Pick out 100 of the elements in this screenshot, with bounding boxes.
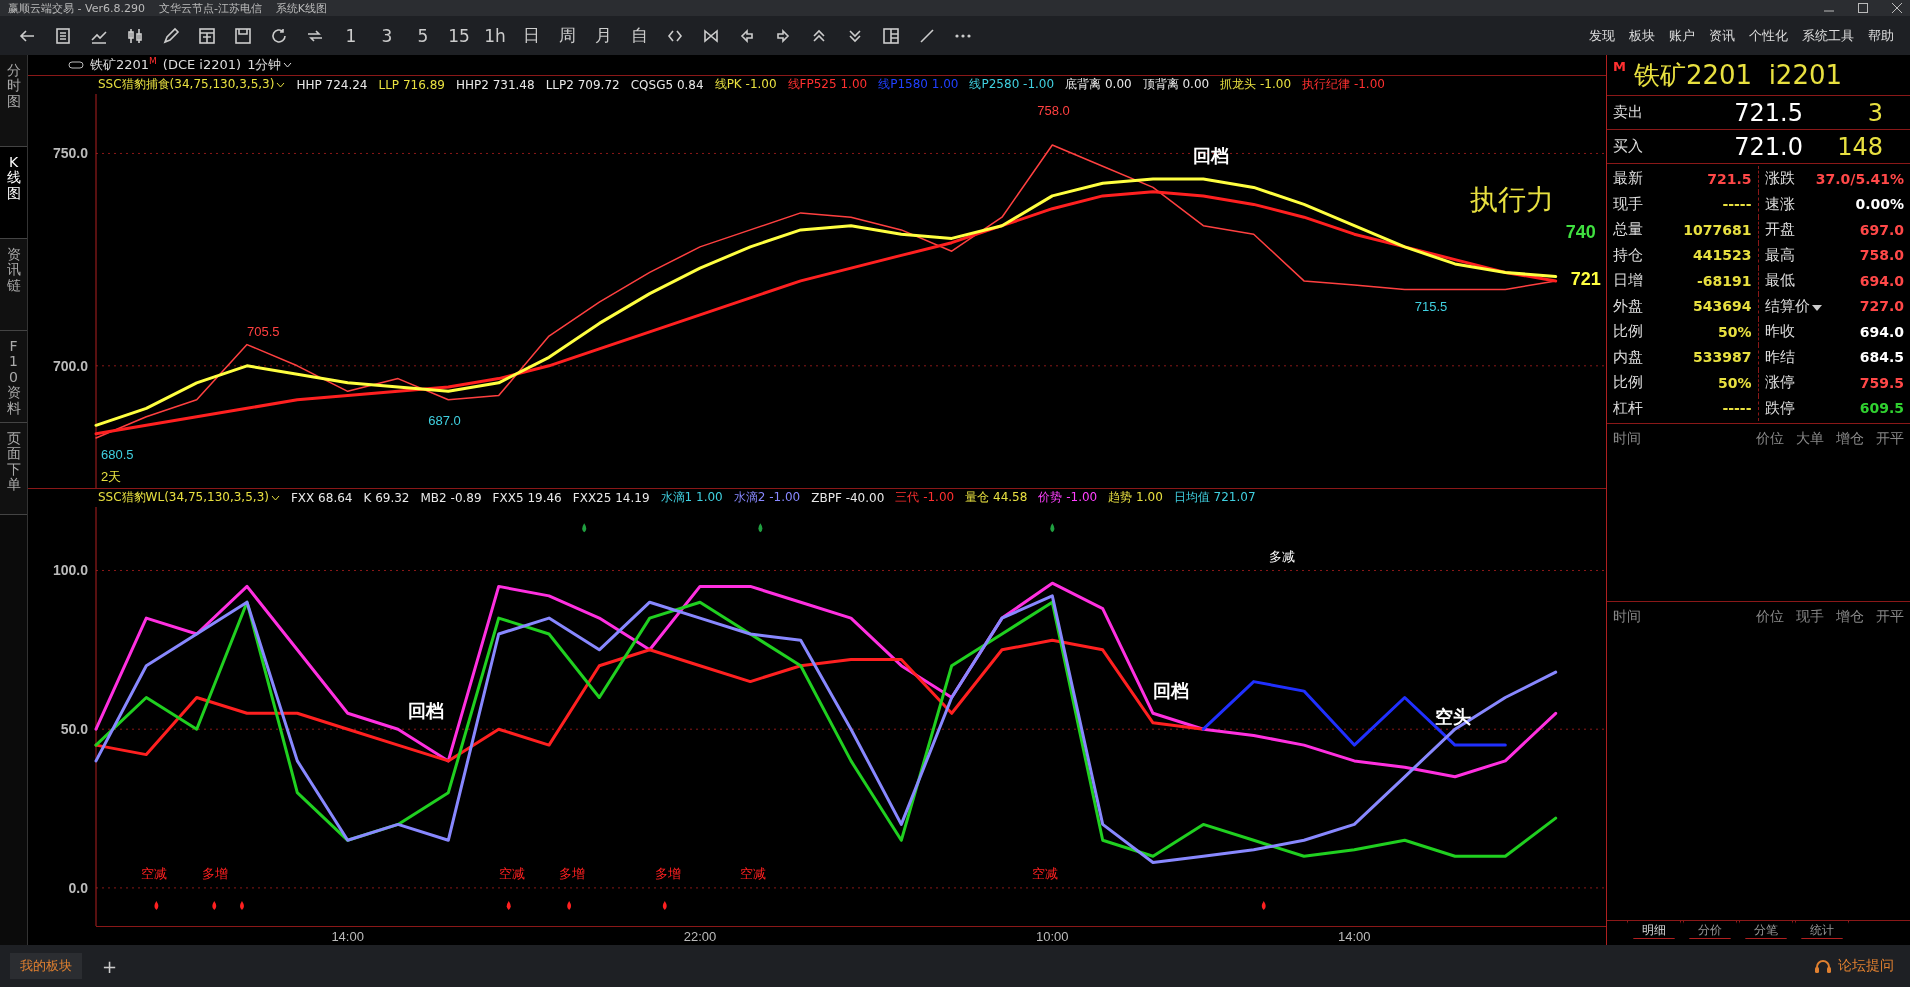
indicator-value: FXX25 14.19 bbox=[572, 491, 650, 505]
order-price: 721.5 bbox=[1733, 98, 1803, 127]
quote-value: 0.00% bbox=[1855, 196, 1904, 213]
period-button[interactable]: 5 bbox=[406, 20, 440, 51]
quote-value: 694.0 bbox=[1859, 272, 1904, 289]
chart-label: 721 bbox=[1570, 269, 1601, 290]
period-button[interactable]: 3 bbox=[370, 20, 404, 51]
indicator-value: 日均值 721.07 bbox=[1173, 489, 1256, 507]
time-label: 22:00 bbox=[683, 928, 717, 944]
column-header: 开平 bbox=[1876, 430, 1904, 448]
indicator-value: FXX5 19.46 bbox=[492, 491, 562, 505]
refresh-icon bbox=[270, 26, 288, 45]
indicator-value: HHP 724.24 bbox=[296, 77, 368, 92]
indicator-value: ZBPF -40.00 bbox=[811, 491, 885, 505]
drop-icon bbox=[567, 900, 572, 910]
period-button[interactable]: 15 bbox=[442, 20, 476, 51]
add-button[interactable]: + bbox=[96, 954, 124, 978]
period-button[interactable]: 日 bbox=[514, 20, 548, 51]
quote-label: 最低 bbox=[1764, 271, 1795, 291]
quote-label: 外盘 bbox=[1613, 296, 1643, 316]
indicator-value: HHP2 731.48 bbox=[455, 77, 535, 92]
menu-item[interactable]: 资讯 bbox=[1703, 26, 1741, 45]
quote-value: -68191 bbox=[1696, 272, 1752, 289]
right-arrow-icon bbox=[774, 26, 792, 45]
chart-label: 空减 bbox=[498, 866, 525, 882]
axis-label: 750.0 bbox=[52, 145, 88, 162]
quote-value: 721.5 bbox=[1707, 170, 1752, 187]
menu-item[interactable]: 个性化 bbox=[1743, 26, 1794, 45]
time-label: 10:00 bbox=[1036, 928, 1069, 944]
panel-tab[interactable]: 统计 bbox=[1795, 921, 1849, 939]
axis-label: 700.0 bbox=[52, 357, 88, 374]
drop-icon bbox=[212, 900, 217, 910]
quote-label: 比例 bbox=[1613, 373, 1643, 393]
menu-item[interactable]: 系统工具 bbox=[1796, 26, 1860, 45]
symbol-code: (DCE i2201) bbox=[162, 57, 242, 73]
menu-item[interactable]: 板块 bbox=[1623, 26, 1661, 45]
quote-label: 最高 bbox=[1764, 245, 1795, 265]
quote-label: 开盘 bbox=[1764, 220, 1795, 240]
chart-label: 空头 bbox=[1434, 706, 1471, 727]
side-tab[interactable]: 页面下单 bbox=[0, 423, 27, 515]
axis-label: 50.0 bbox=[60, 721, 88, 738]
drop-icon bbox=[154, 900, 159, 910]
table-icon bbox=[198, 26, 216, 45]
quote-label: 涨停 bbox=[1764, 373, 1795, 393]
menu-item[interactable]: 发现 bbox=[1583, 26, 1621, 45]
quote-label: 现手 bbox=[1613, 194, 1643, 214]
quote-value: 727.0 bbox=[1859, 298, 1904, 315]
quote-value: 37.0/5.41% bbox=[1815, 170, 1904, 187]
maximize-icon[interactable] bbox=[1858, 3, 1868, 13]
column-header: 时间 bbox=[1613, 607, 1642, 626]
quote-value: 543694 bbox=[1693, 298, 1752, 315]
caret-icon bbox=[283, 61, 293, 68]
quote-value: 50% bbox=[1718, 374, 1752, 391]
period-button[interactable]: 自 bbox=[622, 20, 656, 51]
period-button[interactable]: 月 bbox=[586, 20, 620, 51]
headset-icon bbox=[1814, 958, 1832, 974]
indicator-selector[interactable]: SSC猎豹WL(34,75,130,3,5,3) bbox=[98, 489, 280, 507]
period-button[interactable]: 周 bbox=[550, 20, 584, 51]
side-tab[interactable]: K线图 bbox=[0, 147, 27, 239]
quote-label: 内盘 bbox=[1613, 347, 1643, 367]
period-button[interactable]: 1 bbox=[334, 20, 368, 51]
panel-tab[interactable]: 明细 bbox=[1627, 921, 1681, 939]
chart-label: 空减 bbox=[1032, 866, 1059, 882]
side-tab[interactable]: 分时图 bbox=[0, 55, 27, 147]
indicator-value: K 69.32 bbox=[363, 491, 410, 505]
caret-icon bbox=[276, 81, 286, 88]
quote-label: 速涨 bbox=[1764, 194, 1795, 214]
column-header: 现手 bbox=[1796, 607, 1824, 626]
period-selector[interactable]: 1分钟 bbox=[247, 55, 293, 74]
indicator-value: 三代 -1.00 bbox=[895, 489, 955, 507]
chart-label: 687.0 bbox=[428, 413, 461, 429]
panel-tab[interactable]: 分笔 bbox=[1739, 921, 1793, 939]
side-tab[interactable]: F10资料 bbox=[0, 331, 27, 423]
indicator-value: MB2 -0.89 bbox=[420, 491, 482, 505]
column-header: 增仓 bbox=[1836, 607, 1864, 626]
quote-value: 1077681 bbox=[1683, 221, 1752, 238]
order-side: 买入 bbox=[1613, 137, 1644, 156]
quote-label: 涨跌 bbox=[1764, 169, 1795, 189]
menu-item[interactable]: 账户 bbox=[1663, 26, 1701, 45]
drop-icon bbox=[1261, 900, 1266, 910]
quote-title: 铁矿2201 i2201 bbox=[1633, 58, 1843, 92]
indicator-selector[interactable]: SSC猎豹捕食(34,75,130,3,5,3) bbox=[98, 76, 286, 94]
layout-icon bbox=[882, 26, 900, 45]
board-tab[interactable]: 我的板块 bbox=[10, 953, 82, 979]
indicator-value: 量仓 44.58 bbox=[965, 489, 1028, 507]
quote-value: 50% bbox=[1718, 323, 1752, 340]
caret-icon bbox=[270, 495, 280, 501]
quote-value: 758.0 bbox=[1859, 247, 1904, 264]
market-mark: M bbox=[1613, 59, 1626, 74]
column-header: 价位 bbox=[1756, 430, 1784, 448]
quote-label: 跌停 bbox=[1764, 398, 1795, 418]
drop-icon bbox=[582, 523, 587, 533]
panel-tab[interactable]: 分价 bbox=[1683, 921, 1737, 939]
indicator-value: 水滴2 -1.00 bbox=[733, 489, 801, 507]
menu-item[interactable]: 帮助 bbox=[1862, 26, 1900, 45]
period-button[interactable]: 1h bbox=[478, 20, 512, 51]
side-tab[interactable]: 资讯链 bbox=[0, 239, 27, 331]
help-button[interactable]: 论坛提问 bbox=[1808, 956, 1900, 976]
indicator-value: 线PK -1.00 bbox=[714, 76, 777, 94]
close-icon[interactable] bbox=[1892, 3, 1902, 13]
